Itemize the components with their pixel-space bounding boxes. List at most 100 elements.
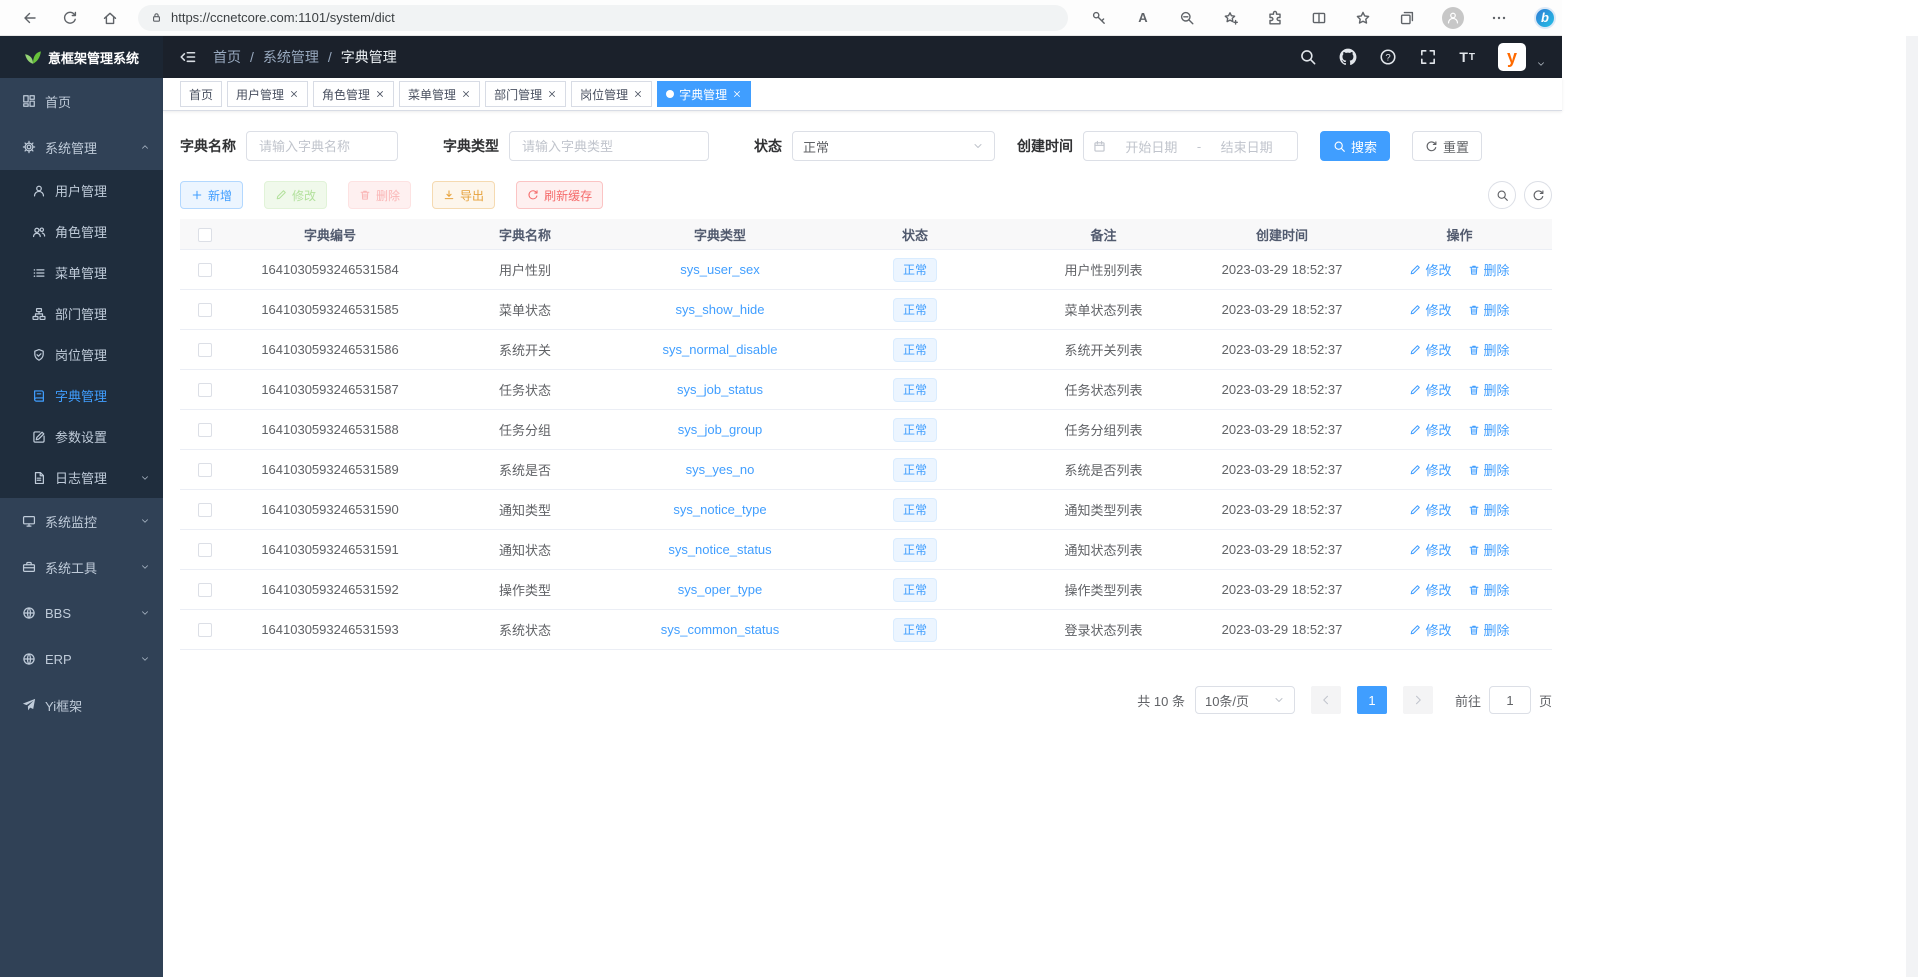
dict-type-link[interactable]: sys_notice_type	[673, 502, 766, 517]
prev-page-button[interactable]	[1311, 686, 1341, 714]
dict-type-link[interactable]: sys_yes_no	[686, 462, 755, 477]
search-button[interactable]: 搜索	[1320, 131, 1390, 161]
favorite-add-icon[interactable]	[1222, 9, 1240, 27]
sidebar-item-dict-mgmt[interactable]: 字典管理	[0, 375, 163, 416]
row-delete-button[interactable]: 删除	[1468, 460, 1510, 479]
tab-dict-mgmt[interactable]: 字典管理	[657, 81, 751, 107]
tab-close-icon[interactable]	[289, 89, 299, 99]
next-page-button[interactable]	[1403, 686, 1433, 714]
refresh-table-button[interactable]	[1524, 181, 1552, 209]
breadcrumb-system-mgmt[interactable]: 系统管理	[263, 47, 319, 67]
tab-post-mgmt[interactable]: 岗位管理	[571, 81, 652, 107]
row-checkbox[interactable]	[198, 543, 212, 557]
dict-type-input[interactable]	[509, 131, 709, 161]
row-delete-button[interactable]: 删除	[1468, 260, 1510, 279]
help-icon[interactable]	[1379, 48, 1397, 66]
chevron-down-icon[interactable]	[1536, 55, 1546, 73]
home-icon[interactable]	[96, 4, 124, 32]
row-edit-button[interactable]: 修改	[1409, 380, 1451, 399]
row-delete-button[interactable]: 删除	[1468, 380, 1510, 399]
row-checkbox[interactable]	[198, 303, 212, 317]
sidebar-item-param-settings[interactable]: 参数设置	[0, 416, 163, 457]
row-delete-button[interactable]: 删除	[1468, 420, 1510, 439]
sidebar-item-log-mgmt[interactable]: 日志管理	[0, 457, 163, 498]
dict-type-link[interactable]: sys_job_group	[678, 422, 763, 437]
app-logo[interactable]: 意框架管理系统	[0, 36, 163, 78]
goto-page-input[interactable]	[1489, 686, 1531, 714]
dict-type-link[interactable]: sys_normal_disable	[663, 342, 778, 357]
page-number-1[interactable]: 1	[1357, 686, 1387, 714]
date-range-picker[interactable]: 开始日期 - 结束日期	[1083, 131, 1298, 161]
breadcrumb-home[interactable]: 首页	[213, 47, 241, 67]
toggle-search-button[interactable]	[1488, 181, 1516, 209]
address-bar[interactable]: https://ccnetcore.com:1101/system/dict	[138, 5, 1068, 31]
tab-close-icon[interactable]	[732, 89, 742, 99]
row-checkbox[interactable]	[198, 583, 212, 597]
sidebar-item-post-mgmt[interactable]: 岗位管理	[0, 334, 163, 375]
tab-home[interactable]: 首页	[180, 81, 222, 107]
profile-icon[interactable]	[1442, 7, 1464, 29]
row-checkbox[interactable]	[198, 623, 212, 637]
sidebar-item-system-monitor[interactable]: 系统监控	[0, 498, 163, 544]
row-delete-button[interactable]: 删除	[1468, 300, 1510, 319]
search-icon[interactable]	[1299, 48, 1317, 66]
zoom-out-icon[interactable]	[1178, 9, 1196, 27]
row-edit-button[interactable]: 修改	[1409, 620, 1451, 639]
delete-button-disabled[interactable]: 删除	[348, 181, 411, 209]
row-checkbox[interactable]	[198, 383, 212, 397]
favorites-icon[interactable]	[1354, 9, 1372, 27]
row-checkbox[interactable]	[198, 263, 212, 277]
tab-role-mgmt[interactable]: 角色管理	[313, 81, 394, 107]
select-all-checkbox[interactable]	[198, 228, 212, 242]
tab-close-icon[interactable]	[547, 89, 557, 99]
dict-name-input[interactable]	[246, 131, 398, 161]
more-icon[interactable]	[1490, 9, 1508, 27]
row-edit-button[interactable]: 修改	[1409, 580, 1451, 599]
url-text[interactable]: https://ccnetcore.com:1101/system/dict	[171, 10, 395, 25]
fullscreen-icon[interactable]	[1419, 48, 1437, 66]
dict-type-link[interactable]: sys_show_hide	[676, 302, 765, 317]
sidebar-item-bbs[interactable]: BBS	[0, 590, 163, 636]
export-button[interactable]: 导出	[432, 181, 495, 209]
read-aloud-icon[interactable]: A	[1134, 9, 1152, 27]
tab-close-icon[interactable]	[461, 89, 471, 99]
font-size-icon[interactable]: TT	[1459, 49, 1476, 65]
collections-icon[interactable]	[1398, 9, 1416, 27]
split-screen-icon[interactable]	[1310, 9, 1328, 27]
sidebar-item-user-mgmt[interactable]: 用户管理	[0, 170, 163, 211]
refresh-icon[interactable]	[56, 4, 84, 32]
dict-type-link[interactable]: sys_user_sex	[680, 262, 759, 277]
row-checkbox[interactable]	[198, 503, 212, 517]
sidebar-item-home[interactable]: 首页	[0, 78, 163, 124]
copilot-icon[interactable]: b	[1534, 7, 1556, 29]
row-delete-button[interactable]: 删除	[1468, 540, 1510, 559]
row-delete-button[interactable]: 删除	[1468, 580, 1510, 599]
extensions-icon[interactable]	[1266, 9, 1284, 27]
sidebar-item-role-mgmt[interactable]: 角色管理	[0, 211, 163, 252]
sidebar-item-yi-framework[interactable]: Yi框架	[0, 682, 163, 728]
row-edit-button[interactable]: 修改	[1409, 420, 1451, 439]
row-edit-button[interactable]: 修改	[1409, 500, 1451, 519]
row-edit-button[interactable]: 修改	[1409, 300, 1451, 319]
sidebar-item-system-mgmt[interactable]: 系统管理	[0, 124, 163, 170]
page-size-select[interactable]: 10条/页	[1195, 686, 1295, 714]
row-checkbox[interactable]	[198, 343, 212, 357]
row-edit-button[interactable]: 修改	[1409, 540, 1451, 559]
tab-user-mgmt[interactable]: 用户管理	[227, 81, 308, 107]
reset-button[interactable]: 重置	[1412, 131, 1482, 161]
key-icon[interactable]	[1090, 9, 1108, 27]
dict-type-link[interactable]: sys_job_status	[677, 382, 763, 397]
yi-logo[interactable]: y	[1498, 43, 1526, 71]
row-checkbox[interactable]	[198, 463, 212, 477]
sidebar-fold-icon[interactable]	[179, 48, 197, 66]
sidebar-item-dept-mgmt[interactable]: 部门管理	[0, 293, 163, 334]
back-icon[interactable]	[16, 4, 44, 32]
scrollbar[interactable]	[1906, 36, 1918, 977]
edit-button-disabled[interactable]: 修改	[264, 181, 327, 209]
dict-type-link[interactable]: sys_oper_type	[678, 582, 763, 597]
sidebar-item-menu-mgmt[interactable]: 菜单管理	[0, 252, 163, 293]
status-select[interactable]: 正常	[792, 131, 995, 161]
tab-dept-mgmt[interactable]: 部门管理	[485, 81, 566, 107]
row-delete-button[interactable]: 删除	[1468, 620, 1510, 639]
add-button[interactable]: 新增	[180, 181, 243, 209]
